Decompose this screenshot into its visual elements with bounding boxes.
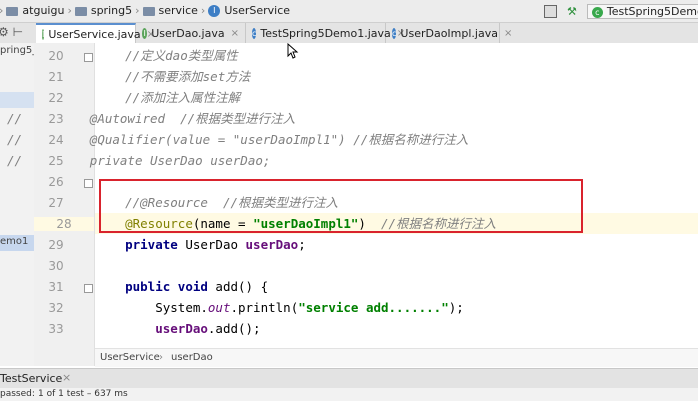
project-panel: pring5_d emo1	[0, 43, 35, 366]
line-number: 31	[48, 280, 64, 294]
close-icon[interactable]: ×	[231, 28, 239, 39]
interface-icon: I	[208, 4, 221, 17]
breadcrumb-class[interactable]: UserService	[100, 352, 160, 363]
tab-label: UserDaoImpl.java	[400, 26, 498, 40]
breadcrumb-item[interactable]: UserService	[224, 4, 290, 17]
line-number-gutter: 20 21 22 23 24 25 26 27 28 29 30 31 32 3…	[34, 43, 95, 366]
toolbar-right: ⚒ cTestSpring5Demo1.te	[544, 4, 698, 19]
close-icon[interactable]: ×	[504, 28, 512, 39]
highlight-annotation-box	[99, 179, 583, 233]
class-icon: c	[252, 27, 257, 39]
code-line: private UserDao userDao;	[125, 237, 306, 252]
run-tab-label[interactable]: TestService	[0, 372, 62, 385]
chevron-right-icon: ›	[159, 352, 163, 363]
code-line: System.out.println("service add.......")…	[155, 300, 464, 315]
line-number: 33	[48, 322, 64, 336]
tab-label: UserDao.java	[151, 26, 225, 40]
fold-marker-icon[interactable]	[84, 284, 93, 293]
chevron-right-icon: ›	[0, 4, 3, 17]
run-config-selector[interactable]: cTestSpring5Demo1.te	[586, 4, 698, 19]
line-number: 20	[48, 49, 64, 63]
tab-label: UserService.java	[48, 27, 141, 41]
chevron-right-icon: ›	[67, 4, 72, 17]
folder-icon	[6, 7, 19, 16]
class-icon: c	[591, 7, 603, 18]
line-number: 22	[48, 91, 64, 105]
interface-icon: I	[142, 27, 148, 39]
code-line: // @Qualifier(value = "userDaoImpl1") //…	[7, 132, 469, 147]
tab-label: TestSpring5Demo1.java	[260, 26, 391, 40]
breadcrumb-item[interactable]: atguigu	[22, 4, 64, 17]
project-tree-label: emo1	[0, 236, 29, 247]
interface-icon: I	[42, 28, 45, 40]
run-tool-window-header: TestService ×	[0, 368, 698, 389]
line-number: 27	[48, 196, 64, 210]
tab-testspring5demo1[interactable]: c TestSpring5Demo1.java ×	[246, 23, 405, 43]
project-tree-row[interactable]	[0, 92, 34, 108]
mouse-cursor-icon	[287, 43, 299, 59]
fold-marker-icon[interactable]	[84, 53, 93, 62]
chevron-right-icon: ›	[135, 4, 140, 17]
status-passed: passed:	[0, 389, 35, 399]
tab-userdaoimpl[interactable]: c UserDaoImpl.java ×	[386, 23, 512, 43]
navigation-bar: › atguigu › spring5 › service › I UserSe…	[0, 0, 698, 23]
code-line: //添加注入属性注解	[125, 90, 241, 105]
code-line: public void add() {	[125, 279, 269, 294]
line-number: 21	[48, 70, 64, 84]
code-line: // private UserDao userDao;	[7, 153, 271, 168]
code-line: //不需要添加set方法	[125, 69, 251, 84]
breadcrumb: › atguigu › spring5 › service › I UserSe…	[0, 4, 290, 17]
project-tree-item[interactable]: pring5_d	[0, 45, 34, 56]
test-status-bar: passed: 1 of 1 test – 637 ms	[0, 388, 698, 401]
line-number: 29	[48, 238, 64, 252]
line-number: 26	[48, 175, 64, 189]
status-detail: 1 of 1 test – 637 ms	[38, 389, 128, 399]
editor-breadcrumb: UserService › userDao	[95, 348, 698, 367]
breadcrumb-item[interactable]: service	[159, 4, 198, 17]
code-line: userDao.add();	[155, 321, 261, 336]
settings-icon[interactable]: ⚙ ⊢	[0, 25, 32, 41]
fold-marker-icon[interactable]	[84, 179, 93, 188]
chevron-right-icon: ›	[200, 4, 206, 17]
tab-userservice[interactable]: I UserService.java ×	[36, 23, 155, 43]
class-icon: c	[392, 27, 397, 39]
code-line: //定义dao类型属性	[125, 48, 238, 63]
breadcrumb-item[interactable]: spring5	[91, 4, 132, 17]
breadcrumb-field[interactable]: userDao	[171, 352, 213, 363]
code-line: // @Autowired //根据类型进行注入	[7, 111, 296, 126]
line-number: 30	[48, 259, 64, 273]
editor-tabs: I UserService.java × I UserDao.java × c …	[0, 23, 698, 44]
tab-userdao[interactable]: I UserDao.java ×	[136, 23, 246, 43]
close-icon[interactable]: ×	[62, 371, 71, 384]
folder-icon	[142, 7, 155, 16]
folder-icon	[74, 7, 87, 16]
hammer-icon[interactable]: ⚒	[567, 5, 577, 18]
line-number-current: 28	[34, 217, 94, 231]
layout-icon[interactable]	[544, 5, 557, 18]
project-tree-row-selected[interactable]: emo1	[0, 235, 34, 251]
line-number: 32	[48, 301, 64, 315]
